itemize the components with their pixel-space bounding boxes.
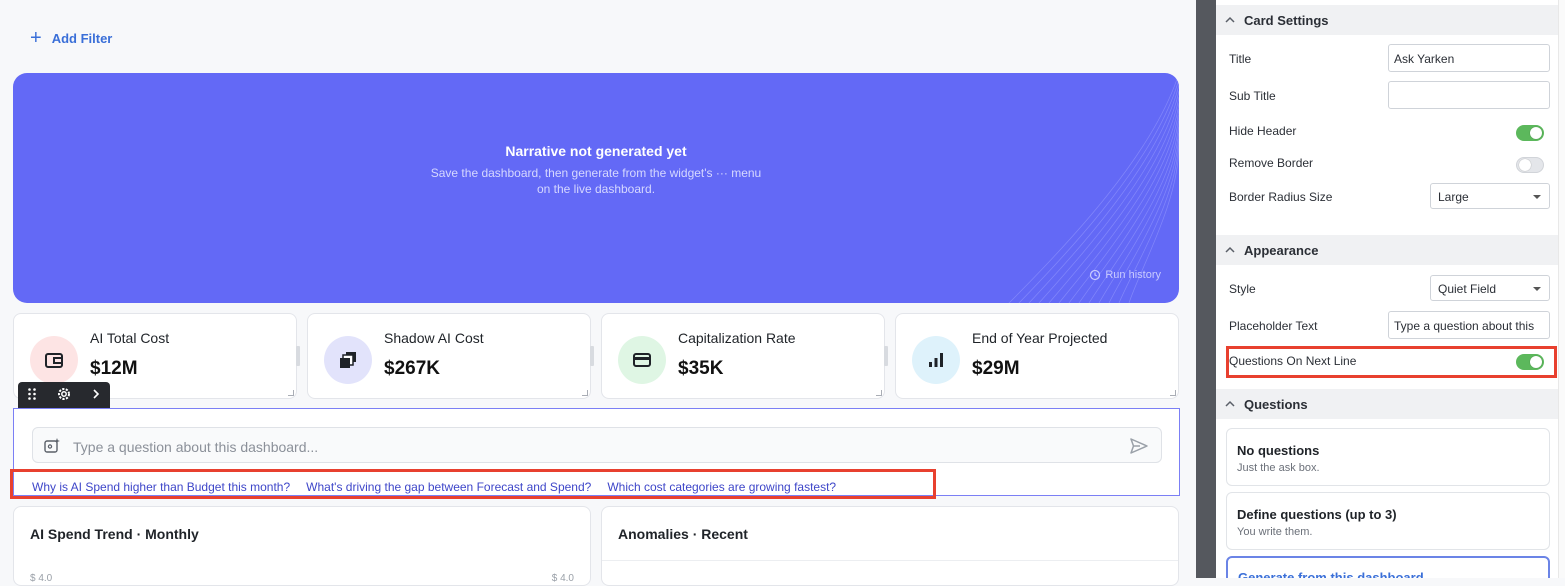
suggested-questions: Why is AI Spend higher than Budget this …: [32, 480, 836, 494]
section-title: Card Settings: [1244, 12, 1329, 28]
chevron-right-icon[interactable]: [91, 388, 101, 403]
option-desc: Just the ask box.: [1237, 462, 1320, 474]
kpi-card-end-of-year-projected[interactable]: End of Year Projected $29M: [895, 313, 1179, 399]
style-select[interactable]: Quiet Field: [1430, 275, 1550, 301]
questions-next-line-label: Questions On Next Line: [1229, 354, 1357, 368]
card-title: Anomalies · Recent: [618, 526, 748, 542]
toggle-knob: [1530, 356, 1542, 368]
settings-panel: Card Settings Title Ask Yarken Sub Title…: [1216, 0, 1565, 578]
run-history-label: Run history: [1105, 269, 1161, 281]
credit-card-icon: [618, 336, 666, 384]
section-title: Appearance: [1244, 242, 1319, 258]
suggested-question-link[interactable]: Why is AI Spend higher than Budget this …: [32, 480, 290, 494]
placeholder-text-label: Placeholder Text: [1229, 319, 1318, 333]
questions-next-line-toggle[interactable]: [1516, 354, 1544, 370]
remove-border-toggle[interactable]: [1516, 157, 1544, 173]
card-divider: [602, 560, 1178, 561]
style-label: Style: [1229, 282, 1256, 296]
kpi-value: $267K: [384, 358, 440, 379]
kpi-label: Shadow AI Cost: [384, 330, 484, 346]
dashboard-canvas: + Add Filter Narrative not generated yet: [0, 0, 1196, 586]
option-desc: You write them.: [1237, 526, 1313, 538]
add-filter-button[interactable]: + Add Filter: [30, 28, 112, 48]
wallet-icon: [30, 336, 78, 384]
section-title: Questions: [1244, 396, 1308, 412]
panel-scrollbar[interactable]: [1558, 0, 1565, 578]
axis-label-left: $ 4.0: [30, 573, 53, 584]
resize-handle[interactable]: [884, 346, 888, 366]
resize-corner[interactable]: [1170, 390, 1176, 396]
history-icon: [1090, 269, 1101, 281]
suggested-question-link[interactable]: Which cost categories are growing fastes…: [607, 480, 836, 494]
caret-down-icon: [1533, 287, 1541, 291]
bar-chart-icon: [912, 336, 960, 384]
gear-icon[interactable]: [56, 386, 72, 405]
hide-header-toggle[interactable]: [1516, 125, 1544, 141]
remove-border-label: Remove Border: [1229, 156, 1314, 170]
section-questions[interactable]: Questions: [1216, 389, 1558, 419]
option-title: No questions: [1237, 443, 1320, 458]
chevron-up-icon: [1216, 397, 1244, 411]
select-value: Quiet Field: [1438, 282, 1497, 296]
placeholder-text-input[interactable]: Type a question about this: [1388, 311, 1550, 339]
section-card-settings[interactable]: Card Settings: [1216, 5, 1558, 35]
resize-corner[interactable]: [876, 390, 882, 396]
axis-label-right: $ 4.0: [551, 573, 574, 584]
title-label: Title: [1229, 52, 1252, 66]
narrative-subtitle: Save the dashboard, then generate from t…: [430, 166, 762, 196]
suggested-question-link[interactable]: What's driving the gap between Forecast …: [306, 480, 591, 494]
kpi-value: $29M: [972, 358, 1020, 379]
chevron-up-icon: [1216, 13, 1244, 27]
add-filter-label: Add Filter: [51, 30, 113, 46]
resize-handle[interactable]: [296, 346, 300, 366]
kpi-label: End of Year Projected: [972, 330, 1108, 346]
caret-down-icon: [1533, 195, 1541, 199]
ask-placeholder: Type a question about this dashboard...: [73, 439, 319, 455]
question-option-none[interactable]: No questions Just the ask box.: [1226, 428, 1550, 486]
widget-toolbar: [18, 382, 110, 409]
resize-handle[interactable]: [590, 346, 594, 366]
ask-input[interactable]: Type a question about this dashboard...: [32, 427, 1162, 463]
ai-sparkle-icon: [43, 437, 61, 460]
kpi-card-capitalization-rate[interactable]: Capitalization Rate $35K: [601, 313, 888, 399]
card-anomalies-recent[interactable]: Anomalies · Recent: [601, 506, 1179, 586]
border-radius-select[interactable]: Large: [1430, 183, 1550, 209]
resize-corner[interactable]: [288, 390, 294, 396]
subtitle-label: Sub Title: [1229, 89, 1276, 103]
narrative-widget: Narrative not generated yet Save the das…: [13, 73, 1179, 303]
drag-handle-icon[interactable]: [27, 387, 37, 404]
resize-corner[interactable]: [582, 390, 588, 396]
narrative-title: Narrative not generated yet: [505, 143, 687, 159]
option-title: Generate from this dashboard: [1238, 570, 1424, 578]
kpi-label: Capitalization Rate: [678, 330, 796, 346]
kpi-value: $12M: [90, 358, 138, 379]
run-history-link[interactable]: Run history: [1089, 269, 1161, 281]
section-appearance[interactable]: Appearance: [1216, 235, 1558, 265]
border-radius-label: Border Radius Size: [1229, 190, 1333, 204]
panel-splitter[interactable]: [1196, 0, 1216, 578]
ask-widget: Type a question about this dashboard... …: [13, 408, 1180, 496]
toggle-knob: [1519, 159, 1531, 171]
layers-icon: [324, 336, 372, 384]
hide-header-label: Hide Header: [1229, 124, 1297, 138]
select-value: Large: [1438, 190, 1469, 204]
kpi-card-shadow-ai-cost[interactable]: Shadow AI Cost $267K: [307, 313, 594, 399]
card-title: AI Spend Trend · Monthly: [30, 526, 199, 542]
chevron-up-icon: [1216, 243, 1244, 257]
title-input[interactable]: Ask Yarken: [1388, 44, 1550, 72]
plus-icon: +: [30, 27, 42, 49]
toggle-knob: [1530, 127, 1542, 139]
question-option-generate[interactable]: Generate from this dashboard: [1226, 556, 1550, 578]
question-option-define[interactable]: Define questions (up to 3) You write the…: [1226, 492, 1550, 550]
chart-card-ai-spend-trend[interactable]: AI Spend Trend · Monthly $ 4.0 $ 4.0: [13, 506, 591, 586]
option-title: Define questions (up to 3): [1237, 507, 1397, 522]
kpi-label: AI Total Cost: [90, 330, 170, 346]
kpi-value: $35K: [678, 358, 724, 379]
subtitle-input[interactable]: [1388, 81, 1550, 109]
send-icon[interactable]: [1129, 437, 1149, 460]
